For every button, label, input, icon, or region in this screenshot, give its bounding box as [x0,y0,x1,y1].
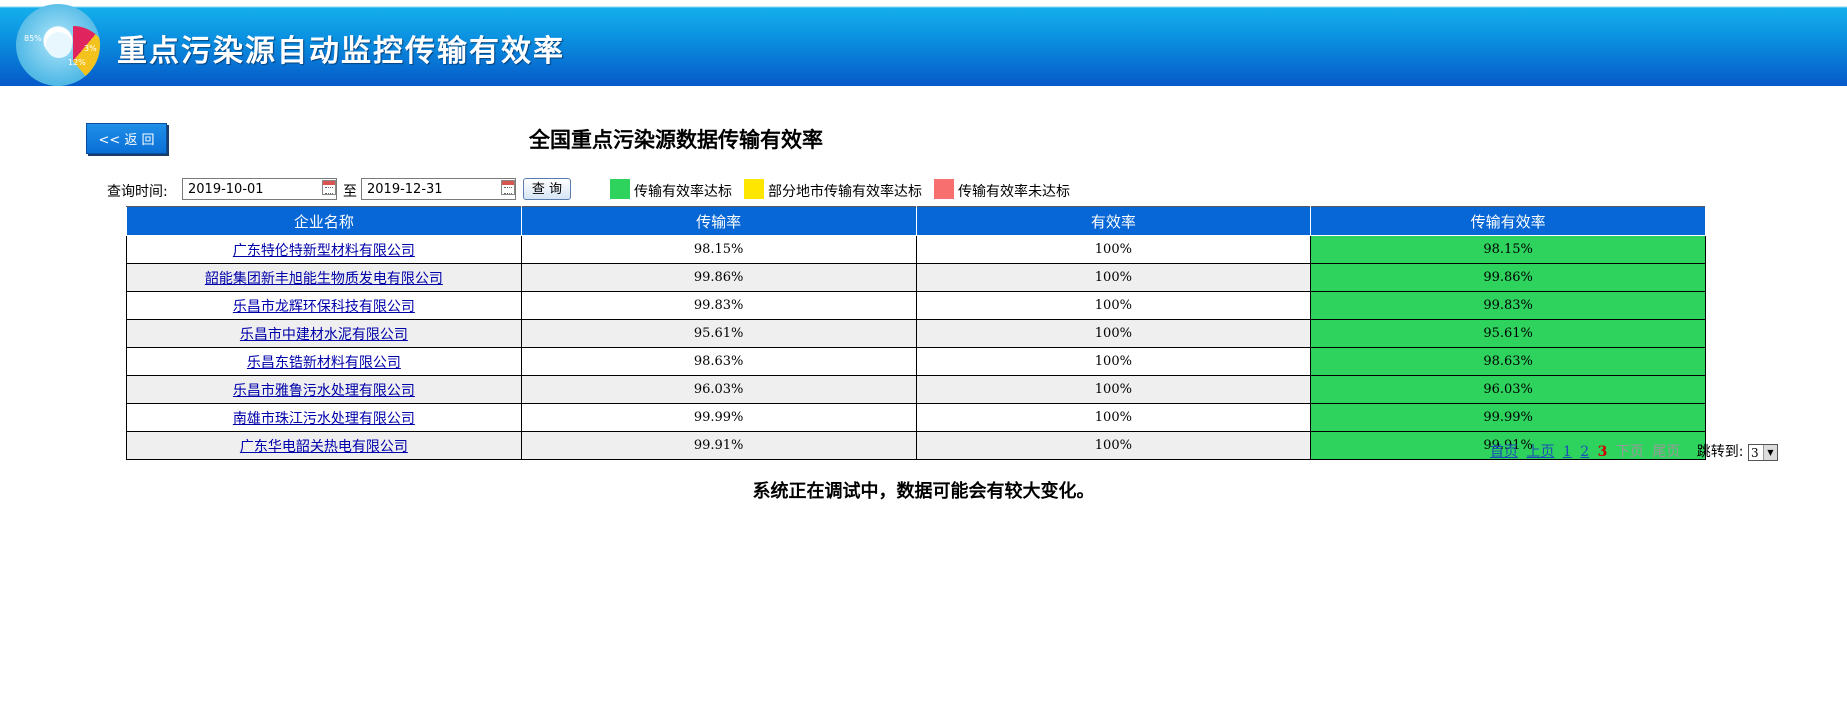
table-row: 广东特伦特新型材料有限公司 98.15% 100% 98.15% [126,235,1706,264]
pager-page-1[interactable]: 1 [1563,444,1572,460]
col-header-transmission-validity: 传输有效率 [1310,206,1706,236]
legend-swatch-partial [744,179,764,199]
cell-transmission-validity: 99.83% [1310,291,1706,320]
cell-validity-rate: 100% [915,263,1312,292]
table-row: 乐昌市龙辉环保科技有限公司 99.83% 100% 99.83% [126,291,1706,320]
pagination: 首页 上页 1 2 3 下页 尾页 跳转到: 3 ▼ [1490,441,1778,461]
chevron-down-icon[interactable]: ▼ [1762,444,1777,460]
end-date-input[interactable]: 2019-12-31 [361,178,516,200]
cell-transmission-rate: 99.91% [520,431,917,460]
cell-company: 广东华电韶关热电有限公司 [126,431,522,460]
cell-company: 广东特伦特新型材料有限公司 [126,235,522,264]
cell-company: 乐昌东锆新材料有限公司 [126,347,522,376]
legend-label-partial: 部分地市传输有效率达标 [768,184,922,200]
cell-validity-rate: 100% [915,291,1312,320]
cell-company: 乐昌市雅鲁污水处理有限公司 [126,375,522,404]
cell-company: 乐昌市中建材水泥有限公司 [126,319,522,348]
cell-company: 韶能集团新丰旭能生物质发电有限公司 [126,263,522,292]
pager-last-disabled: 尾页 [1652,444,1681,460]
logo-pie-hole [46,32,72,58]
logo-label-1: 85% [24,34,42,43]
table-row: 韶能集团新丰旭能生物质发电有限公司 99.86% 100% 99.86% [126,263,1706,292]
start-calendar-icon[interactable] [322,180,336,195]
cell-transmission-rate: 96.03% [520,375,917,404]
cell-transmission-validity: 99.86% [1310,263,1706,292]
cell-transmission-rate: 99.83% [520,291,917,320]
table-row: 乐昌东锆新材料有限公司 98.63% 100% 98.63% [126,347,1706,376]
cell-transmission-rate: 99.86% [520,263,917,292]
company-link[interactable]: 乐昌市雅鲁污水处理有限公司 [233,383,415,399]
cell-validity-rate: 100% [915,347,1312,376]
cell-validity-rate: 100% [915,403,1312,432]
cell-company: 南雄市珠江污水处理有限公司 [126,403,522,432]
cell-transmission-rate: 98.63% [520,347,917,376]
company-link[interactable]: 乐昌市龙辉环保科技有限公司 [233,299,415,315]
cell-transmission-rate: 98.15% [520,235,917,264]
cell-transmission-rate: 99.99% [520,403,917,432]
cell-transmission-validity: 98.15% [1310,235,1706,264]
company-link[interactable]: 南雄市珠江污水处理有限公司 [233,411,415,427]
cell-transmission-rate: 95.61% [520,319,917,348]
query-time-label: 查询时间: [107,184,168,200]
company-link[interactable]: 乐昌市中建材水泥有限公司 [240,327,408,343]
legend-label-fail: 传输有效率未达标 [958,184,1070,200]
company-link[interactable]: 广东华电韶关热电有限公司 [240,439,408,455]
filter-bar: 查询时间: 2019-10-01 至 2019-12-31 查 询 传输有效率达… [107,177,1107,203]
col-header-validity-rate: 有效率 [915,206,1312,236]
cell-validity-rate: 100% [915,319,1312,348]
header-banner: 85% 3% 12% 重点污染源自动监控传输有效率 [0,0,1847,86]
system-notice: 系统正在调试中，数据可能会有较大变化。 [752,481,1095,502]
efficiency-table: 企业名称 传输率 有效率 传输有效率 广东特伦特新型材料有限公司 98.15% 10… [126,206,1706,460]
pie-chart-logo-icon: 85% 3% 12% [16,4,100,86]
end-calendar-icon[interactable] [501,180,515,195]
company-link[interactable]: 广东特伦特新型材料有限公司 [233,243,415,259]
jump-select-value: 3 [1750,445,1759,460]
table-row: 南雄市珠江污水处理有限公司 99.99% 100% 99.99% [126,403,1706,432]
cell-transmission-validity: 95.61% [1310,319,1706,348]
jump-to-select[interactable]: 3 ▼ [1747,443,1778,461]
pager-next-disabled: 下页 [1615,444,1644,460]
cell-transmission-validity: 96.03% [1310,375,1706,404]
legend-swatch-pass [610,179,630,199]
pager-current-page: 3 [1597,444,1608,460]
pager-prev-link[interactable]: 上页 [1526,444,1554,460]
cell-transmission-validity: 99.99% [1310,403,1706,432]
table-row: 乐昌市雅鲁污水处理有限公司 96.03% 100% 96.03% [126,375,1706,404]
start-date-input[interactable]: 2019-10-01 [182,178,337,200]
company-link[interactable]: 乐昌东锆新材料有限公司 [247,355,401,371]
logo-label-3: 12% [68,58,86,67]
cell-company: 乐昌市龙辉环保科技有限公司 [126,291,522,320]
pager-page-2[interactable]: 2 [1580,444,1589,460]
table-header-row: 企业名称 传输率 有效率 传输有效率 [126,206,1706,236]
table-row: 广东华电韶关热电有限公司 99.91% 100% 99.91% [126,431,1706,460]
col-header-transmission-rate: 传输率 [520,206,917,236]
page-title: 全国重点污染源数据传输有效率 [529,128,823,152]
company-link[interactable]: 韶能集团新丰旭能生物质发电有限公司 [205,271,443,287]
back-button[interactable]: << 返 回 [86,123,167,154]
pager-first-link[interactable]: 首页 [1490,444,1518,460]
cell-validity-rate: 100% [915,235,1312,264]
jump-to-label: 跳转到: [1696,444,1744,460]
table-row: 乐昌市中建材水泥有限公司 95.61% 100% 95.61% [126,319,1706,348]
legend-swatch-fail [934,179,954,199]
col-header-company: 企业名称 [126,206,522,236]
cell-transmission-validity: 98.63% [1310,347,1706,376]
logo-pie-slices [38,26,100,86]
logo-label-2: 3% [84,44,97,53]
cell-validity-rate: 100% [915,375,1312,404]
query-button[interactable]: 查 询 [523,178,571,200]
banner-title: 重点污染源自动监控传输有效率 [117,34,565,69]
legend-label-pass: 传输有效率达标 [634,184,732,200]
to-label: 至 [343,184,357,200]
cell-validity-rate: 100% [915,431,1312,460]
